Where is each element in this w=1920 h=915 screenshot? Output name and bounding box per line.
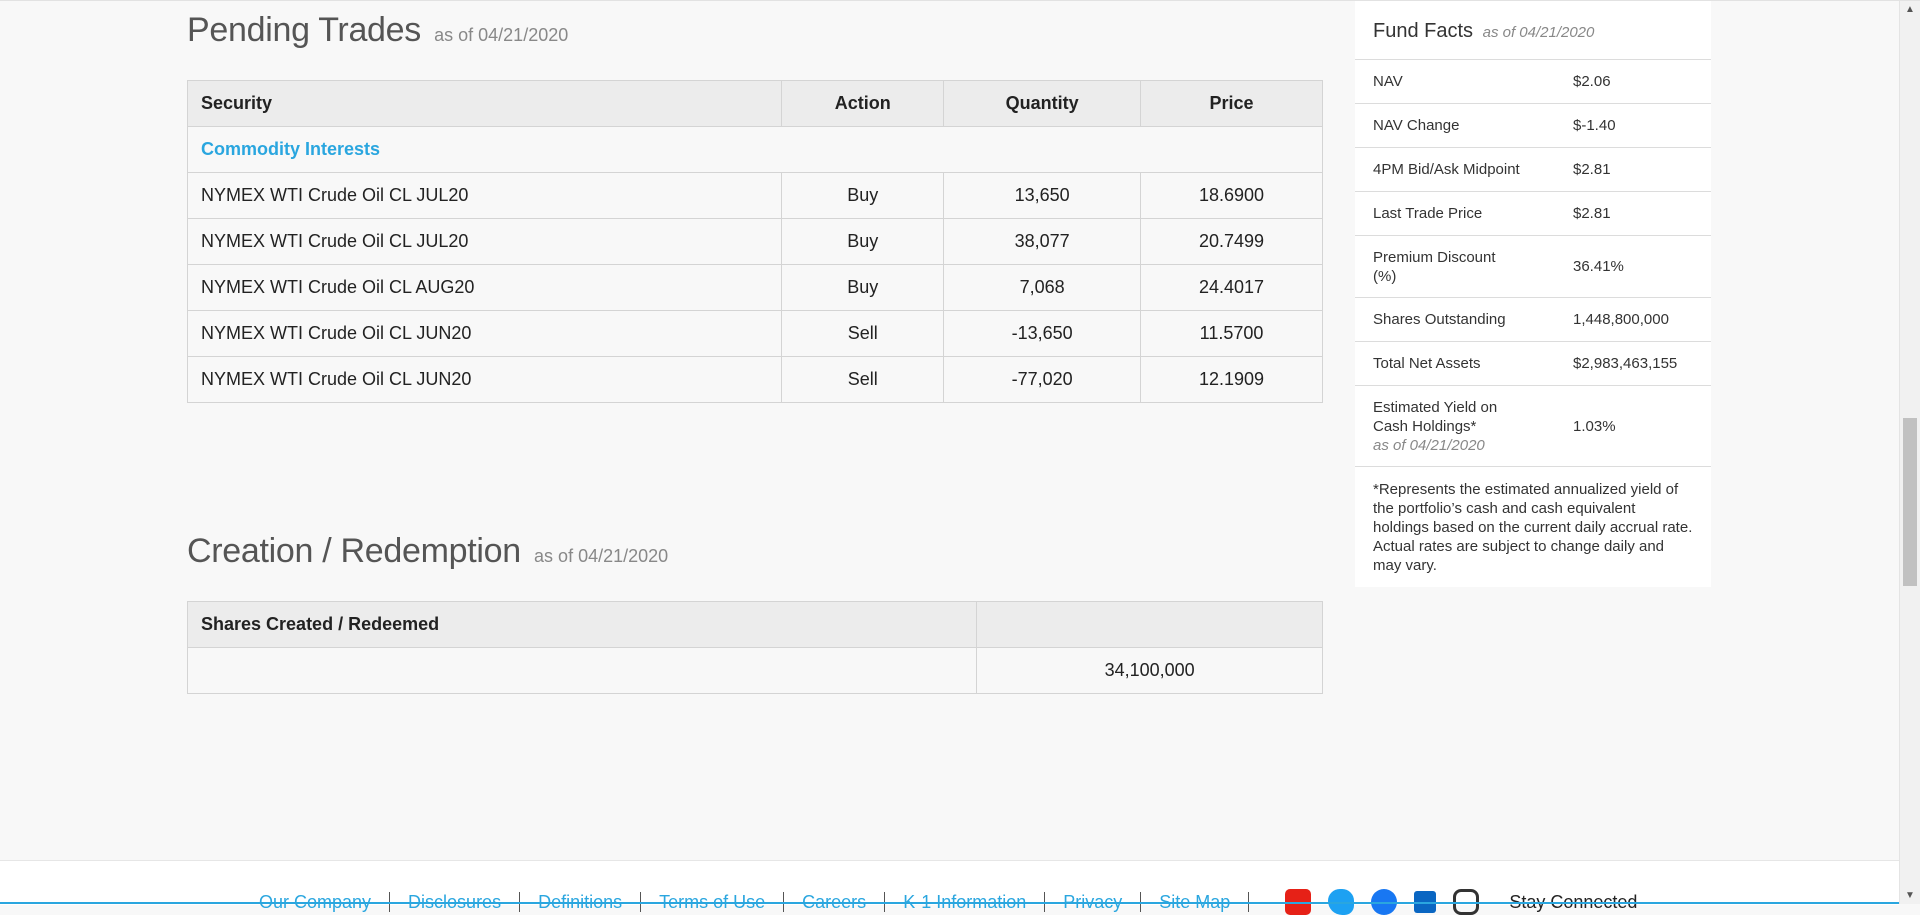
row-quantity: -13,650 xyxy=(943,310,1142,357)
creation-redemption-table: Shares Created / Redeemed 34,100,000 xyxy=(186,601,1323,694)
row-quantity: -77,020 xyxy=(943,356,1142,403)
creation-redemption-title: Creation / Redemption as of 04/21/2020 xyxy=(187,532,668,571)
pending-trades-as-of: as of 04/21/2020 xyxy=(434,25,569,45)
fact-value: $2,983,463,155 xyxy=(1573,355,1678,372)
row-empty-cell xyxy=(186,647,978,694)
table-row: 34,100,000 xyxy=(186,647,1323,694)
fact-row-nav-change: NAV Change $-1.40 xyxy=(1355,104,1711,148)
row-action: Sell xyxy=(781,356,945,403)
fact-value: 1,448,800,000 xyxy=(1573,311,1669,328)
footer-accent-line xyxy=(0,902,1899,904)
vertical-scrollbar[interactable]: ▲ ▼ xyxy=(1899,1,1920,904)
header-shares-created-redeemed: Shares Created / Redeemed xyxy=(186,601,978,648)
row-price: 20.7499 xyxy=(1140,218,1323,265)
fact-label: NAV Change xyxy=(1373,117,1460,134)
category-commodity-interests: Commodity Interests xyxy=(187,126,1323,173)
fact-value: $2.81 xyxy=(1573,205,1611,222)
fact-row-estimated-yield: Estimated Yield on Cash Holdings* as of … xyxy=(1355,386,1711,467)
fact-row-last-trade-price: Last Trade Price $2.81 xyxy=(1355,192,1711,236)
fact-row-shares-outstanding: Shares Outstanding 1,448,800,000 xyxy=(1355,298,1711,342)
row-security: NYMEX WTI Crude Oil CL JUL20 xyxy=(186,172,783,219)
fact-row-bid-ask-midpoint: 4PM Bid/Ask Midpoint $2.81 xyxy=(1355,148,1711,192)
fact-value: $2.81 xyxy=(1573,161,1611,178)
row-price: 11.5700 xyxy=(1140,310,1323,357)
row-price: 24.4017 xyxy=(1140,264,1323,311)
fund-facts-title: Fund Facts as of 04/21/2020 xyxy=(1355,1,1711,60)
category-row: Commodity Interests xyxy=(187,126,1323,173)
row-security: NYMEX WTI Crude Oil CL AUG20 xyxy=(186,264,783,311)
fund-facts-as-of: as of 04/21/2020 xyxy=(1482,24,1595,41)
table-row: NYMEX WTI Crude Oil CL AUG20 Buy 7,068 2… xyxy=(186,264,1323,311)
creation-redemption-title-text: Creation / Redemption xyxy=(187,532,521,570)
fact-value: 36.41% xyxy=(1573,258,1624,275)
scroll-down-arrow-icon[interactable]: ▼ xyxy=(1900,890,1920,901)
creation-redemption-as-of: as of 04/21/2020 xyxy=(534,546,669,566)
fund-facts-panel: Fund Facts as of 04/21/2020 NAV $2.06 NA… xyxy=(1355,1,1711,587)
row-action: Buy xyxy=(781,264,945,311)
fact-row-nav: NAV $2.06 xyxy=(1355,60,1711,104)
pending-trades-table: Security Action Quantity Price Commodity… xyxy=(186,80,1323,403)
header-empty xyxy=(976,601,1323,648)
header-security: Security xyxy=(186,80,783,127)
table-row: NYMEX WTI Crude Oil CL JUL20 Buy 13,650 … xyxy=(186,172,1323,219)
fact-label: Last Trade Price xyxy=(1373,205,1483,222)
fact-label: Estimated Yield on Cash Holdings* xyxy=(1373,398,1498,435)
fact-label: Total Net Assets xyxy=(1373,355,1481,372)
row-action: Sell xyxy=(781,310,945,357)
row-quantity: 38,077 xyxy=(943,218,1142,265)
row-security: NYMEX WTI Crude Oil CL JUL20 xyxy=(186,218,783,265)
row-action: Buy xyxy=(781,172,945,219)
scrollbar-thumb[interactable] xyxy=(1903,418,1917,586)
scroll-up-arrow-icon[interactable]: ▲ xyxy=(1900,4,1920,15)
pending-trades-title: Pending Trades as of 04/21/2020 xyxy=(187,11,568,50)
fund-facts-footnote: *Represents the estimated annualized yie… xyxy=(1373,481,1693,574)
header-quantity: Quantity xyxy=(943,80,1142,127)
fact-label-as-of: as of 04/21/2020 xyxy=(1373,436,1485,454)
fact-value: $-1.40 xyxy=(1573,117,1616,134)
row-security: NYMEX WTI Crude Oil CL JUN20 xyxy=(186,310,783,357)
fact-label: NAV xyxy=(1373,73,1403,90)
site-footer: Our Company Disclosures Definitions Term… xyxy=(0,860,1899,915)
table-header-row: Shares Created / Redeemed xyxy=(186,601,1323,648)
row-price: 12.1909 xyxy=(1140,356,1323,403)
table-row: NYMEX WTI Crude Oil CL JUL20 Buy 38,077 … xyxy=(186,218,1323,265)
fact-label-block: Estimated Yield on Cash Holdings* as of … xyxy=(1373,398,1573,455)
shares-created-value: 34,100,000 xyxy=(976,647,1323,694)
fact-value: 1.03% xyxy=(1573,417,1616,435)
table-row: NYMEX WTI Crude Oil CL JUN20 Sell -13,65… xyxy=(186,310,1323,357)
header-price: Price xyxy=(1140,80,1323,127)
row-security: NYMEX WTI Crude Oil CL JUN20 xyxy=(186,356,783,403)
fact-row-premium-discount: Premium Discount (%) 36.41% xyxy=(1355,236,1711,298)
fact-label: Shares Outstanding xyxy=(1373,311,1506,328)
fact-row-total-net-assets: Total Net Assets $2,983,463,155 xyxy=(1355,342,1711,386)
row-quantity: 13,650 xyxy=(943,172,1142,219)
row-quantity: 7,068 xyxy=(943,264,1142,311)
pending-trades-title-text: Pending Trades xyxy=(187,11,421,49)
table-header-row: Security Action Quantity Price xyxy=(186,80,1323,127)
fact-value: $2.06 xyxy=(1573,73,1611,90)
table-row: NYMEX WTI Crude Oil CL JUN20 Sell -77,02… xyxy=(186,356,1323,403)
row-price: 18.6900 xyxy=(1140,172,1323,219)
row-action: Buy xyxy=(781,218,945,265)
fact-label: 4PM Bid/Ask Midpoint xyxy=(1373,161,1520,178)
header-action: Action xyxy=(781,80,945,127)
fact-label: Premium Discount (%) xyxy=(1373,248,1496,285)
fund-facts-title-text: Fund Facts xyxy=(1373,20,1474,42)
